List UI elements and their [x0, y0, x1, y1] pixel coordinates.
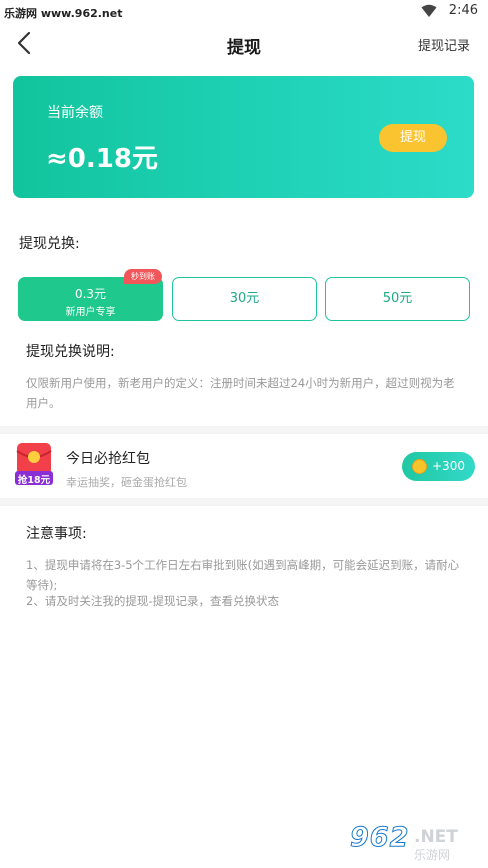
red-packet-reward-button[interactable]: +300: [402, 452, 475, 481]
red-packet-title: 今日必抢红包: [66, 451, 150, 467]
section-divider: [0, 498, 488, 506]
instant-badge: 秒到账: [124, 269, 162, 284]
watermark-number: 962: [349, 822, 410, 854]
watermark-cn: 乐游网: [414, 848, 451, 862]
red-packet-icon-label: 抢18元: [17, 475, 51, 486]
watermark-logo: 962 .NET 乐游网: [349, 822, 482, 864]
exchange-option-value: 0.3元: [74, 287, 107, 301]
status-bar: 乐游网 www.962.net 2:46: [0, 0, 488, 24]
exchange-option-value: 30元: [229, 291, 260, 306]
withdraw-record-link[interactable]: 提现记录: [418, 35, 470, 54]
withdraw-button[interactable]: 提现: [379, 124, 447, 152]
exchange-option-sub: 新用户专享: [65, 307, 116, 318]
exchange-option-50[interactable]: 50元: [325, 277, 470, 321]
balance-label: 当前余额: [47, 105, 103, 121]
notes-title: 注意事项:: [26, 526, 87, 542]
status-time: 2:46: [448, 3, 478, 18]
explain-text: 仅限新用户使用，新老用户的定义：注册时间未超过24小时为新用户，超过则视为老用户…: [26, 376, 455, 410]
balance-value: ≈0.18元: [46, 144, 158, 174]
exchange-title: 提现兑换:: [19, 236, 80, 252]
coin-icon: [412, 459, 427, 474]
balance-card: 当前余额 ≈0.18元 提现: [13, 76, 474, 198]
notes-line-2: 2、请及时关注我的提现-提现记录，查看兑换状态: [26, 594, 279, 608]
wifi-icon: [421, 4, 437, 17]
page-title: 提现: [227, 38, 261, 58]
status-site-text: 乐游网 www.962.net: [4, 7, 123, 20]
reward-amount: +300: [432, 459, 465, 473]
section-divider: [0, 426, 488, 434]
red-packet-subtitle: 幸运抽奖，砸金蛋抢红包: [66, 476, 187, 489]
notes-line-1: 1、提现申请将在3-5个工作日左右审批到账(如遇到高峰期，可能会延迟到账，请耐心…: [26, 558, 460, 592]
exchange-option-30[interactable]: 30元: [172, 277, 317, 321]
watermark-net: .NET: [414, 827, 458, 847]
exchange-option-value: 50元: [382, 291, 413, 306]
nav-bar: 提现 提现记录: [0, 24, 488, 62]
explain-title: 提现兑换说明:: [26, 344, 115, 360]
